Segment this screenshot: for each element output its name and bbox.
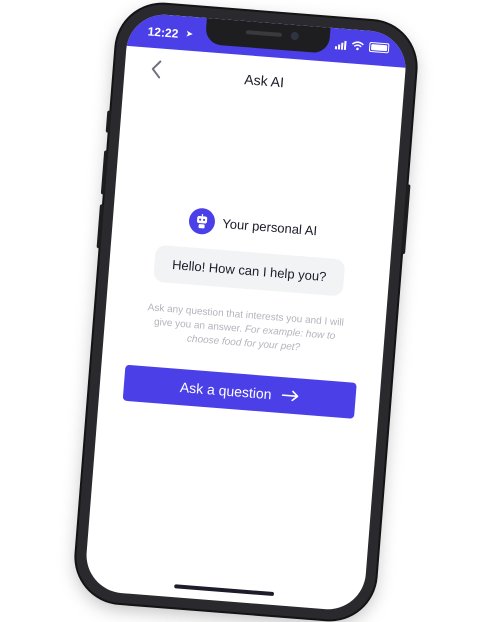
front-camera (290, 31, 300, 41)
phone-screen: 12:22 ➤ Ask AI Your personal AI Hello! H… (83, 11, 409, 613)
avatar (187, 207, 216, 236)
status-icons (334, 39, 390, 54)
signal-icon (334, 40, 347, 50)
assistant-header: Your personal AI (187, 207, 319, 243)
stage: 12:22 ➤ Ask AI Your personal AI Hello! H… (0, 0, 487, 622)
ask-question-label: Ask a question (179, 379, 273, 403)
home-indicator[interactable] (174, 584, 275, 597)
wifi-icon (351, 41, 364, 51)
speaker-grille (245, 30, 283, 37)
location-icon: ➤ (185, 28, 194, 39)
page-title: Ask AI (243, 71, 285, 91)
greeting-bubble: Hello! How can I help you? (152, 244, 346, 297)
phone-mockup: 12:22 ➤ Ask AI Your personal AI Hello! H… (72, 1, 420, 622)
arrow-right-icon (281, 390, 299, 402)
assistant-name: Your personal AI (221, 215, 318, 238)
ask-question-button[interactable]: Ask a question (122, 364, 357, 419)
assistant-intro: Your personal AI Hello! How can I help y… (103, 201, 393, 362)
battery-icon (368, 41, 390, 54)
robot-icon (196, 214, 207, 229)
status-time: 12:22 (147, 24, 179, 41)
hint-text: Ask any question that interests you and … (143, 301, 346, 359)
